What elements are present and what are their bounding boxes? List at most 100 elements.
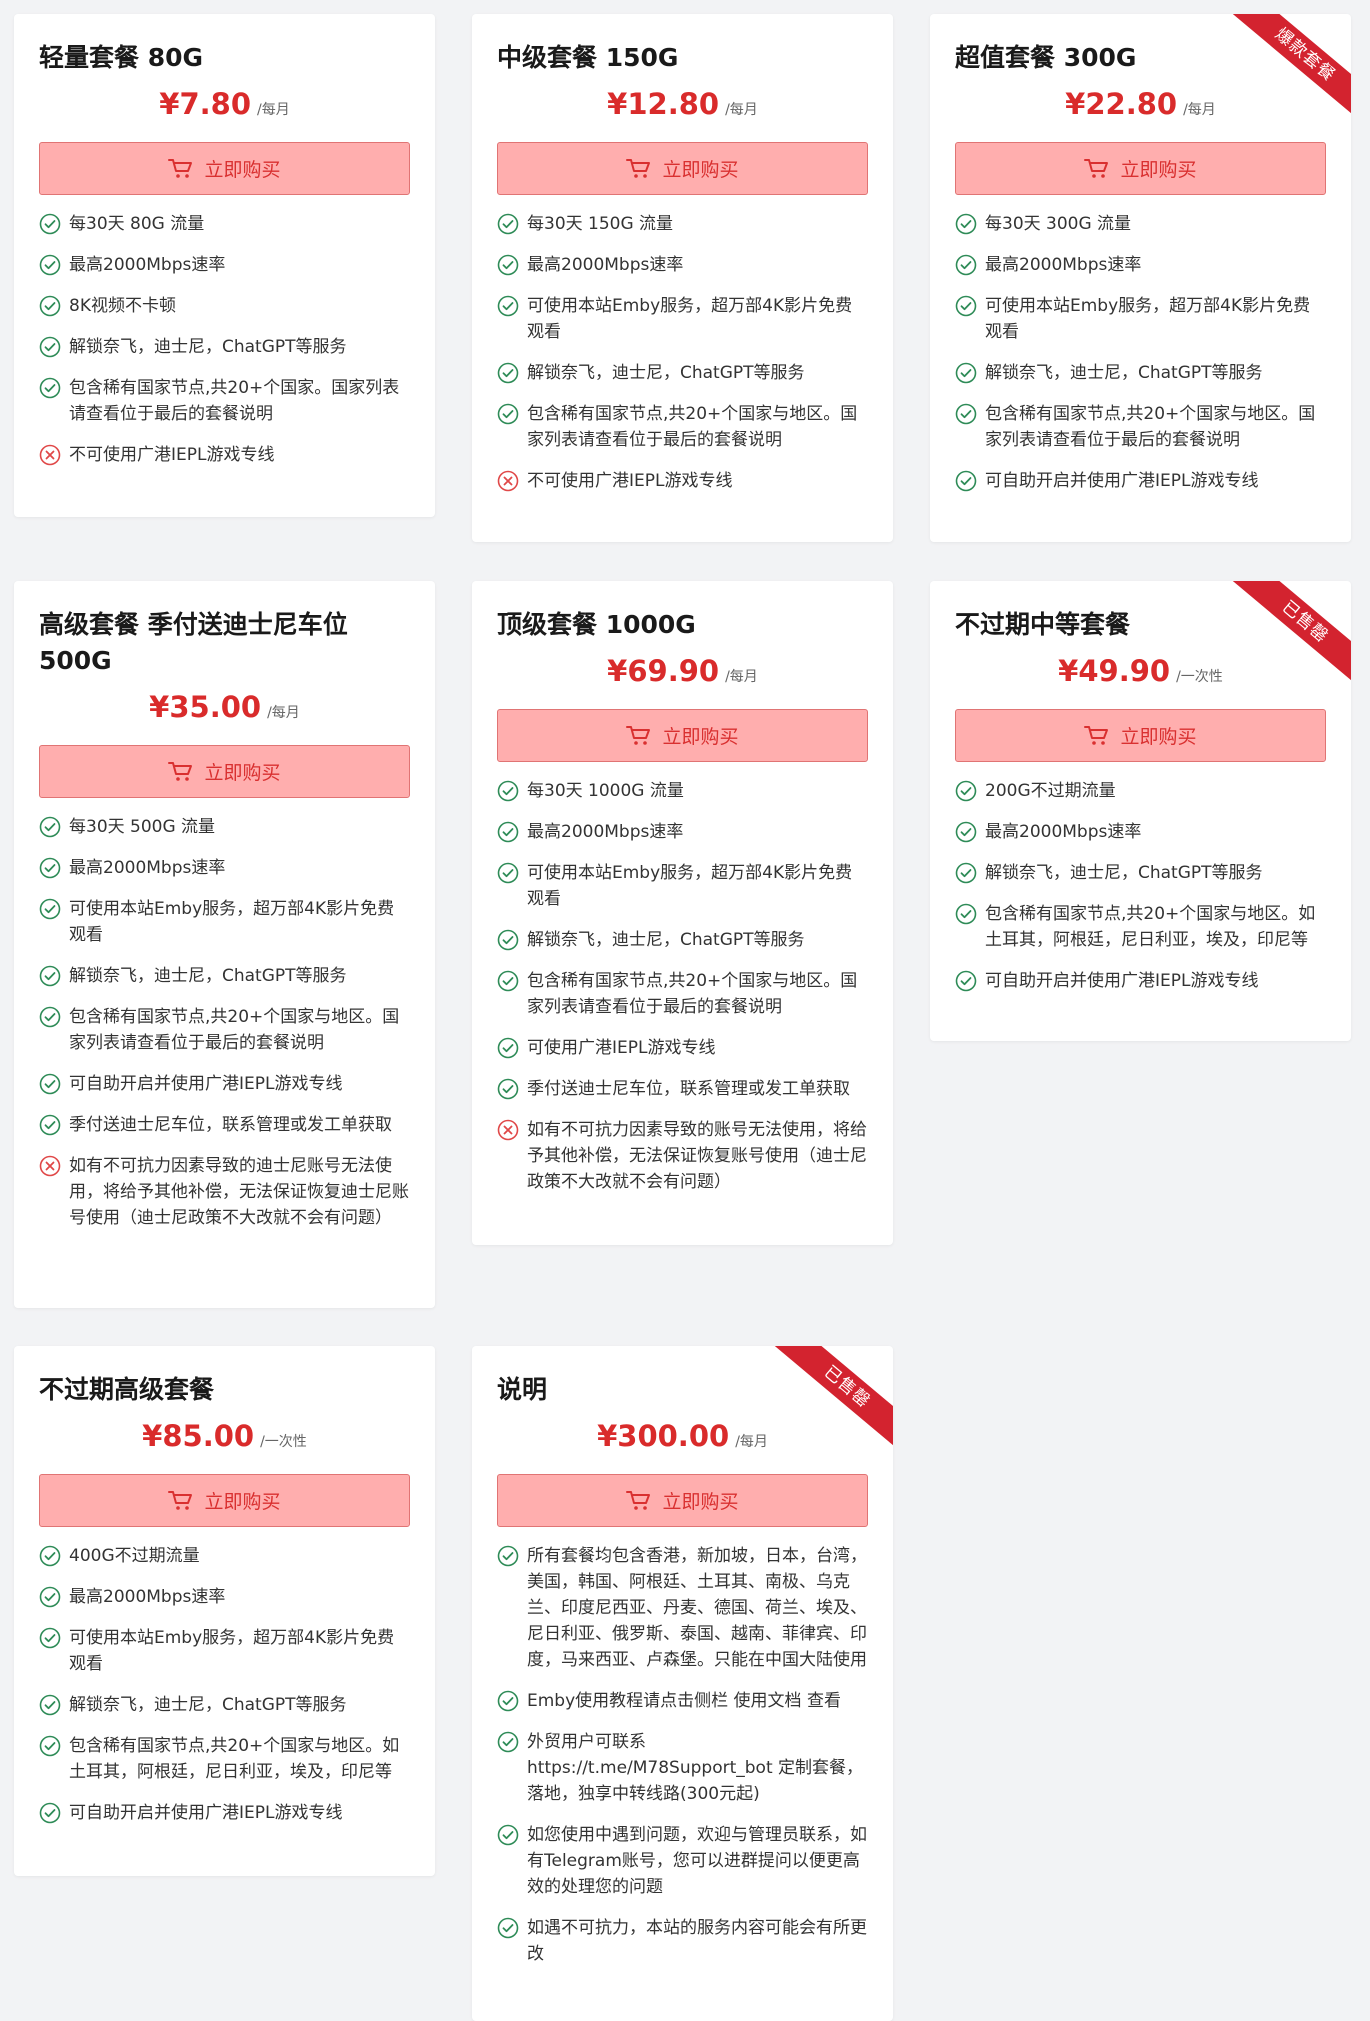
feature-item: 每30天 500G 流量 [39,814,410,840]
check-circle-icon [955,903,977,925]
feature-text: 不可使用广港IEPL游戏专线 [69,445,275,465]
feature-item: 解锁奈飞，迪士尼，ChatGPT等服务 [955,860,1326,886]
x-circle-icon [39,1155,61,1177]
check-circle-icon [497,780,519,802]
check-circle-icon [39,295,61,317]
feature-item: 可使用本站Emby服务，超万部4K影片免费观看 [39,896,410,948]
feature-item: 可使用本站Emby服务，超万部4K影片免费观看 [955,293,1326,345]
feature-text: 最高2000Mbps速率 [69,858,226,878]
feature-list: 每30天 300G 流量最高2000Mbps速率可使用本站Emby服务，超万部4… [955,211,1326,494]
feature-text: 8K视频不卡顿 [69,296,176,316]
buy-button[interactable]: 立即购买 [955,709,1326,762]
feature-text: 可自助开启并使用广港IEPL游戏专线 [985,971,1259,991]
check-circle-icon [497,1824,519,1846]
feature-item: 包含稀有国家节点,共20+个国家与地区。如土耳其，阿根廷，尼日利亚，埃及，印尼等 [955,901,1326,953]
check-circle-icon [497,254,519,276]
plan-period: /一次性 [260,1434,307,1450]
check-circle-icon [39,1586,61,1608]
plan-card: 已售罄 说明 ¥300.00/每月 立即购买 所有套餐均包含香港，新加坡，日本，台湾，美… [472,1346,893,2021]
feature-text: 如有不可抗力因素导致的账号无法使用，将给予其他补偿，无法保证恢复账号使用（迪士尼… [527,1120,867,1192]
feature-item: 解锁奈飞，迪士尼，ChatGPT等服务 [955,360,1326,386]
plan-period: /每月 [725,669,758,685]
plan-period: /每月 [725,102,758,118]
feature-text: Emby使用教程请点击侧栏 使用文档 查看 [527,1691,841,1711]
cart-icon [168,1490,204,1512]
feature-text: 包含稀有国家节点,共20+个国家与地区。国家列表请查看位于最后的套餐说明 [527,404,858,450]
check-circle-icon [955,254,977,276]
feature-list: 200G不过期流量 最高2000Mbps速率 解锁奈飞，迪士尼，ChatGPT等服务… [955,778,1326,994]
feature-item: 包含稀有国家节点,共20+个国家与地区。国家列表请查看位于最后的套餐说明 [497,401,868,453]
feature-list: 所有套餐均包含香港，新加坡，日本，台湾，美国，韩国、阿根廷、土耳其、南极、乌克兰… [497,1543,868,1967]
feature-item: 可使用本站Emby服务，超万部4K影片免费观看 [497,293,868,345]
feature-text: 可使用本站Emby服务，超万部4K影片免费观看 [527,863,853,909]
feature-item: 不可使用广港IEPL游戏专线 [497,468,868,494]
feature-item: 可自助开启并使用广港IEPL游戏专线 [955,468,1326,494]
feature-item: 最高2000Mbps速率 [39,855,410,881]
check-circle-icon [39,1694,61,1716]
check-circle-icon [39,1073,61,1095]
feature-text: 每30天 1000G 流量 [527,781,684,801]
check-circle-icon [39,965,61,987]
feature-text: 可使用广港IEPL游戏专线 [527,1038,716,1058]
buy-button-label: 立即购买 [204,1491,281,1513]
buy-button-label: 立即购买 [1120,726,1197,748]
feature-text: 季付送迪士尼车位，联系管理或发工单获取 [527,1079,850,1099]
plan-period: /每月 [267,705,300,721]
check-circle-icon [955,470,977,492]
x-circle-icon [497,1119,519,1141]
plan-period: /一次性 [1176,669,1223,685]
feature-item: 最高2000Mbps速率 [497,252,868,278]
plan-price: ¥35.00 [149,690,262,724]
buy-button[interactable]: 立即购买 [497,709,868,762]
buy-button[interactable]: 立即购买 [39,1474,410,1527]
feature-text: 最高2000Mbps速率 [985,822,1142,842]
feature-list: 每30天 150G 流量 最高2000Mbps速率 可使用本站Emby服务，超万部4… [497,211,868,494]
feature-item: 包含稀有国家节点,共20+个国家与地区。国家列表请查看位于最后的套餐说明 [497,968,868,1020]
check-circle-icon [39,816,61,838]
plan-price: ¥49.90 [1058,654,1171,688]
check-circle-icon [39,336,61,358]
buy-button[interactable]: 立即购买 [497,1474,868,1527]
check-circle-icon [955,821,977,843]
check-circle-icon [497,1731,519,1753]
plan-title: 高级套餐 季付送迪士尼车位 500G [39,610,348,675]
feature-text: 解锁奈飞，迪士尼，ChatGPT等服务 [527,363,805,383]
plan-price: ¥22.80 [1065,87,1178,121]
x-circle-icon [39,444,61,466]
check-circle-icon [497,213,519,235]
check-circle-icon [39,377,61,399]
feature-item: 季付送迪士尼车位，联系管理或发工单获取 [39,1112,410,1138]
buy-button[interactable]: 立即购买 [955,142,1326,195]
check-circle-icon [497,970,519,992]
plan-card: 中级套餐 150G ¥12.80/每月 立即购买 每30天 150G 流量 最高2000… [472,14,893,542]
feature-item: 每30天 80G 流量 [39,211,410,237]
feature-item: 每30天 300G 流量 [955,211,1326,237]
buy-button-label: 立即购买 [204,159,281,181]
check-circle-icon [39,213,61,235]
feature-item: 解锁奈飞，迪士尼，ChatGPT等服务 [497,927,868,953]
plan-price: ¥7.80 [159,87,251,121]
feature-item: 可使用广港IEPL游戏专线 [497,1035,868,1061]
feature-text: 解锁奈飞，迪士尼，ChatGPT等服务 [985,863,1263,883]
feature-item: 如有不可抗力因素导致的账号无法使用，将给予其他补偿，无法保证恢复账号使用（迪士尼… [497,1117,868,1195]
buy-button-label: 立即购买 [1120,159,1197,181]
cart-icon [626,158,662,180]
check-circle-icon [39,1735,61,1757]
cart-icon [168,158,204,180]
buy-button[interactable]: 立即购买 [39,745,410,798]
feature-item: Emby使用教程请点击侧栏 使用文档 查看 [497,1688,868,1714]
feature-text: 每30天 500G 流量 [69,817,216,837]
feature-item: 不可使用广港IEPL游戏专线 [39,442,410,468]
buy-button-label: 立即购买 [662,159,739,181]
buy-button-label: 立即购买 [204,762,281,784]
feature-item: 最高2000Mbps速率 [955,819,1326,845]
feature-text: 最高2000Mbps速率 [985,255,1142,275]
plan-card: 顶级套餐 1000G ¥69.90/每月 立即购买 每30天 1000G 流量 最高20… [472,581,893,1245]
feature-text: 季付送迪士尼车位，联系管理或发工单获取 [69,1115,392,1135]
plan-price: ¥12.80 [607,87,720,121]
feature-item: 每30天 1000G 流量 [497,778,868,804]
buy-button[interactable]: 立即购买 [497,142,868,195]
buy-button[interactable]: 立即购买 [39,142,410,195]
check-circle-icon [955,780,977,802]
feature-item: 400G不过期流量 [39,1543,410,1569]
